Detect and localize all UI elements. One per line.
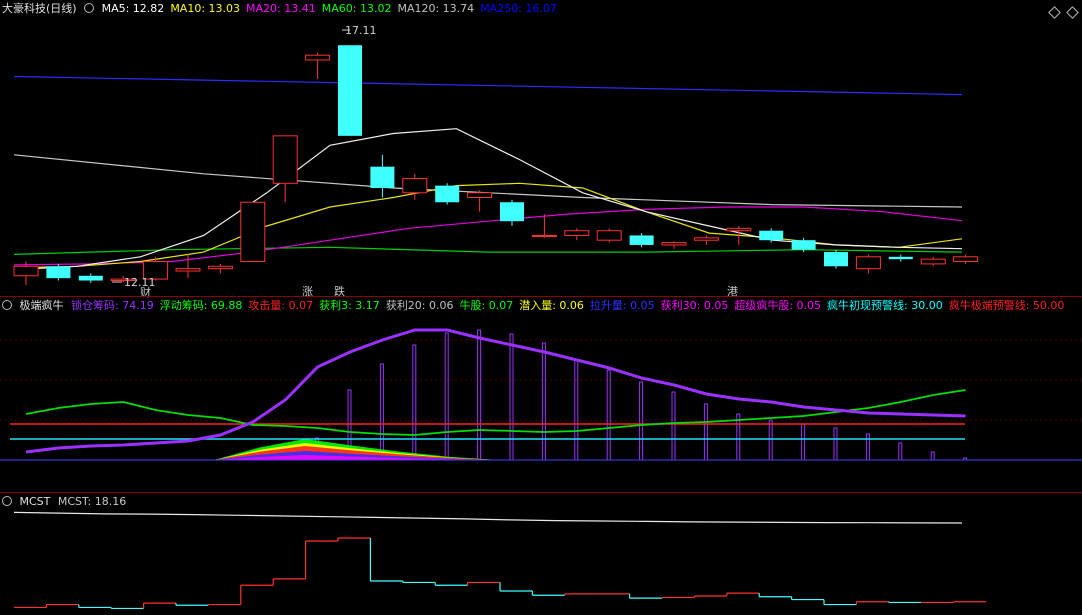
candle-body [175, 268, 201, 272]
profit-bar [444, 332, 449, 461]
candle-body [13, 265, 39, 277]
profit-bar [574, 359, 579, 461]
candle [402, 173, 428, 200]
profit-bar [541, 342, 546, 461]
candle-body [791, 240, 816, 250]
profit-bar [703, 403, 708, 461]
ma120-line [13, 154, 963, 208]
candle-body [855, 256, 881, 270]
high-price-label: 17.11 [345, 24, 377, 37]
candle [564, 228, 590, 241]
ma250-line [13, 75, 963, 96]
candle-body [46, 266, 71, 279]
candle-body [953, 256, 979, 263]
candle-body [824, 252, 848, 267]
candle-body [402, 178, 428, 194]
kline-chart[interactable] [0, 0, 1082, 296]
candle [500, 199, 524, 226]
candle [888, 254, 913, 262]
profit-bar [606, 369, 611, 461]
candle [693, 235, 719, 245]
candle-body [338, 45, 362, 136]
profit-bar [898, 442, 903, 461]
candle-body [759, 230, 784, 241]
profit-bar [801, 423, 806, 461]
profit-bar [930, 451, 935, 461]
mcst-panel: MCST MCST: 18.16 [0, 493, 1082, 615]
candle-body [207, 265, 233, 270]
candle [531, 214, 557, 238]
candle-body [693, 237, 719, 241]
profit-bar [768, 419, 773, 461]
candle [240, 201, 266, 263]
candle-body [726, 227, 752, 232]
indicator-chart[interactable] [0, 297, 1082, 493]
profit-bar [671, 391, 676, 461]
candle [305, 52, 331, 79]
candle-body [272, 135, 298, 184]
profit-bar [833, 427, 838, 461]
mcst-chart[interactable] [0, 493, 1082, 615]
candle [338, 45, 362, 136]
candle [435, 183, 460, 205]
candle-body [240, 201, 266, 263]
candle [953, 254, 979, 264]
candle [272, 135, 298, 203]
candle [824, 249, 848, 269]
candle [207, 263, 233, 274]
candle-body [888, 256, 913, 260]
candle [596, 228, 622, 243]
candle-body [435, 185, 460, 203]
profit-bar [379, 363, 384, 461]
kline-panel: 大豪科技(日线) MA5: 12.82 MA10: 13.03 MA20: 13.4… [0, 0, 1082, 299]
candle-body [78, 275, 103, 281]
candle [175, 254, 201, 279]
indicator-panel: 极端疯牛 锁仓筹码: 74.19 浮动筹码: 69.88 攻击量: 0.07 获利3:… [0, 297, 1082, 493]
candle-body [370, 166, 395, 189]
candle-body [629, 235, 654, 245]
profit-bar [412, 344, 417, 461]
profit-bar [509, 333, 514, 461]
lock-chip-line [25, 328, 966, 454]
candle [467, 190, 493, 212]
candle-body [305, 54, 331, 61]
candle [855, 254, 881, 274]
candle-body [661, 242, 687, 246]
float-chip-line [25, 389, 966, 436]
candle-body [467, 192, 493, 199]
candle [370, 154, 395, 198]
candle [661, 241, 687, 249]
profit-bar [639, 381, 644, 461]
profit-bar [477, 329, 482, 461]
candle [920, 256, 946, 267]
candle [629, 233, 654, 248]
ma5-line [13, 128, 963, 271]
candle-body [596, 230, 622, 241]
profit-bar [865, 433, 870, 461]
mcst-line [13, 511, 963, 524]
candle-body [500, 202, 524, 222]
ma20-line [13, 206, 963, 266]
candle [46, 263, 71, 281]
candle [78, 273, 103, 283]
candle-body [531, 234, 557, 237]
candle-body [564, 230, 590, 236]
candle-body [920, 258, 946, 265]
